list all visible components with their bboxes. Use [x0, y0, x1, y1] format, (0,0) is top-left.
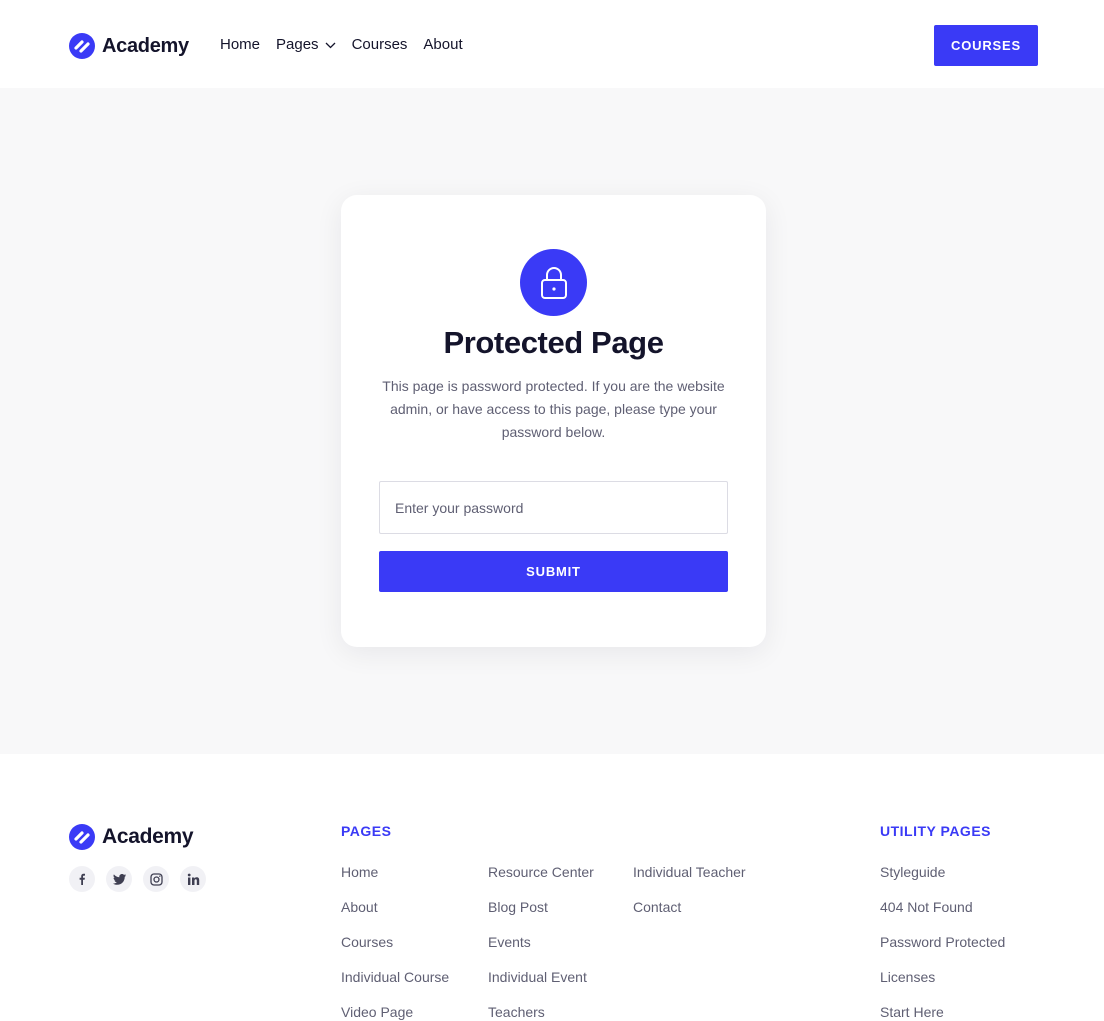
- header-logo[interactable]: Academy: [69, 33, 189, 59]
- nav-item-label: Courses: [351, 36, 408, 53]
- nav-item-label: Pages: [276, 36, 319, 53]
- page-description: This page is password protected. If you …: [382, 378, 725, 440]
- page-title: Protected Page: [443, 325, 664, 360]
- site-footer: Academy PAGES Home About Courses Individ…: [0, 754, 1104, 1020]
- nav-item-about[interactable]: About: [423, 36, 462, 53]
- footer-link-individual-event[interactable]: Individual Event: [488, 968, 594, 986]
- password-card: Protected Page This page is password pro…: [341, 195, 766, 647]
- footer-link-teachers[interactable]: Teachers: [488, 1003, 594, 1021]
- submit-button[interactable]: SUBMIT: [379, 551, 728, 592]
- footer-pages-col-1: Home About Courses Individual Course Vid…: [341, 863, 449, 1021]
- footer-link-courses[interactable]: Courses: [341, 933, 449, 951]
- nav-item-label: About: [423, 36, 463, 53]
- footer-logo[interactable]: Academy: [69, 824, 194, 850]
- logo-mark-icon: [69, 824, 95, 850]
- main-section: Protected Page This page is password pro…: [0, 88, 1104, 754]
- footer-link-individual-course[interactable]: Individual Course: [341, 968, 449, 986]
- main-nav: Home Pages Courses About: [220, 36, 463, 53]
- instagram-icon[interactable]: [143, 866, 169, 892]
- logo-text: Academy: [102, 825, 194, 848]
- footer-link-video-page[interactable]: Video Page: [341, 1003, 449, 1021]
- social-links: [69, 866, 206, 892]
- logo-mark-icon: [69, 33, 95, 59]
- footer-link-events[interactable]: Events: [488, 933, 594, 951]
- footer-link-404[interactable]: 404 Not Found: [880, 898, 1005, 916]
- chevron-down-icon: [325, 42, 336, 48]
- footer-link-start-here[interactable]: Start Here: [880, 1003, 1005, 1021]
- footer-link-about[interactable]: About: [341, 898, 449, 916]
- footer-link-password-protected[interactable]: Password Protected: [880, 933, 1005, 951]
- footer-link-contact[interactable]: Contact: [633, 898, 746, 916]
- nav-item-label: Home: [220, 36, 261, 53]
- courses-button[interactable]: COURSES: [934, 25, 1038, 66]
- facebook-icon[interactable]: [69, 866, 95, 892]
- footer-link-resource-center[interactable]: Resource Center: [488, 863, 594, 881]
- footer-link-home[interactable]: Home: [341, 863, 449, 881]
- password-input[interactable]: [379, 481, 728, 534]
- footer-utility-col: Styleguide 404 Not Found Password Protec…: [880, 863, 1005, 1021]
- logo-text: Academy: [102, 34, 189, 57]
- footer-utility-title: UTILITY PAGES: [880, 823, 991, 839]
- twitter-icon[interactable]: [106, 866, 132, 892]
- footer-pages-col-2: Resource Center Blog Post Events Individ…: [488, 863, 594, 1021]
- footer-link-blog-post[interactable]: Blog Post: [488, 898, 594, 916]
- nav-item-courses[interactable]: Courses: [352, 36, 408, 53]
- footer-link-styleguide[interactable]: Styleguide: [880, 863, 1005, 881]
- nav-item-home[interactable]: Home: [220, 36, 260, 53]
- footer-link-licenses[interactable]: Licenses: [880, 968, 1005, 986]
- site-header: Academy Home Pages Courses About COURSES: [0, 0, 1104, 88]
- linkedin-icon[interactable]: [180, 866, 206, 892]
- lock-icon: [520, 249, 587, 316]
- nav-item-pages[interactable]: Pages: [276, 36, 336, 53]
- footer-link-individual-teacher[interactable]: Individual Teacher: [633, 863, 746, 881]
- footer-pages-title: PAGES: [341, 823, 392, 839]
- footer-pages-col-3: Individual Teacher Contact: [633, 863, 746, 916]
